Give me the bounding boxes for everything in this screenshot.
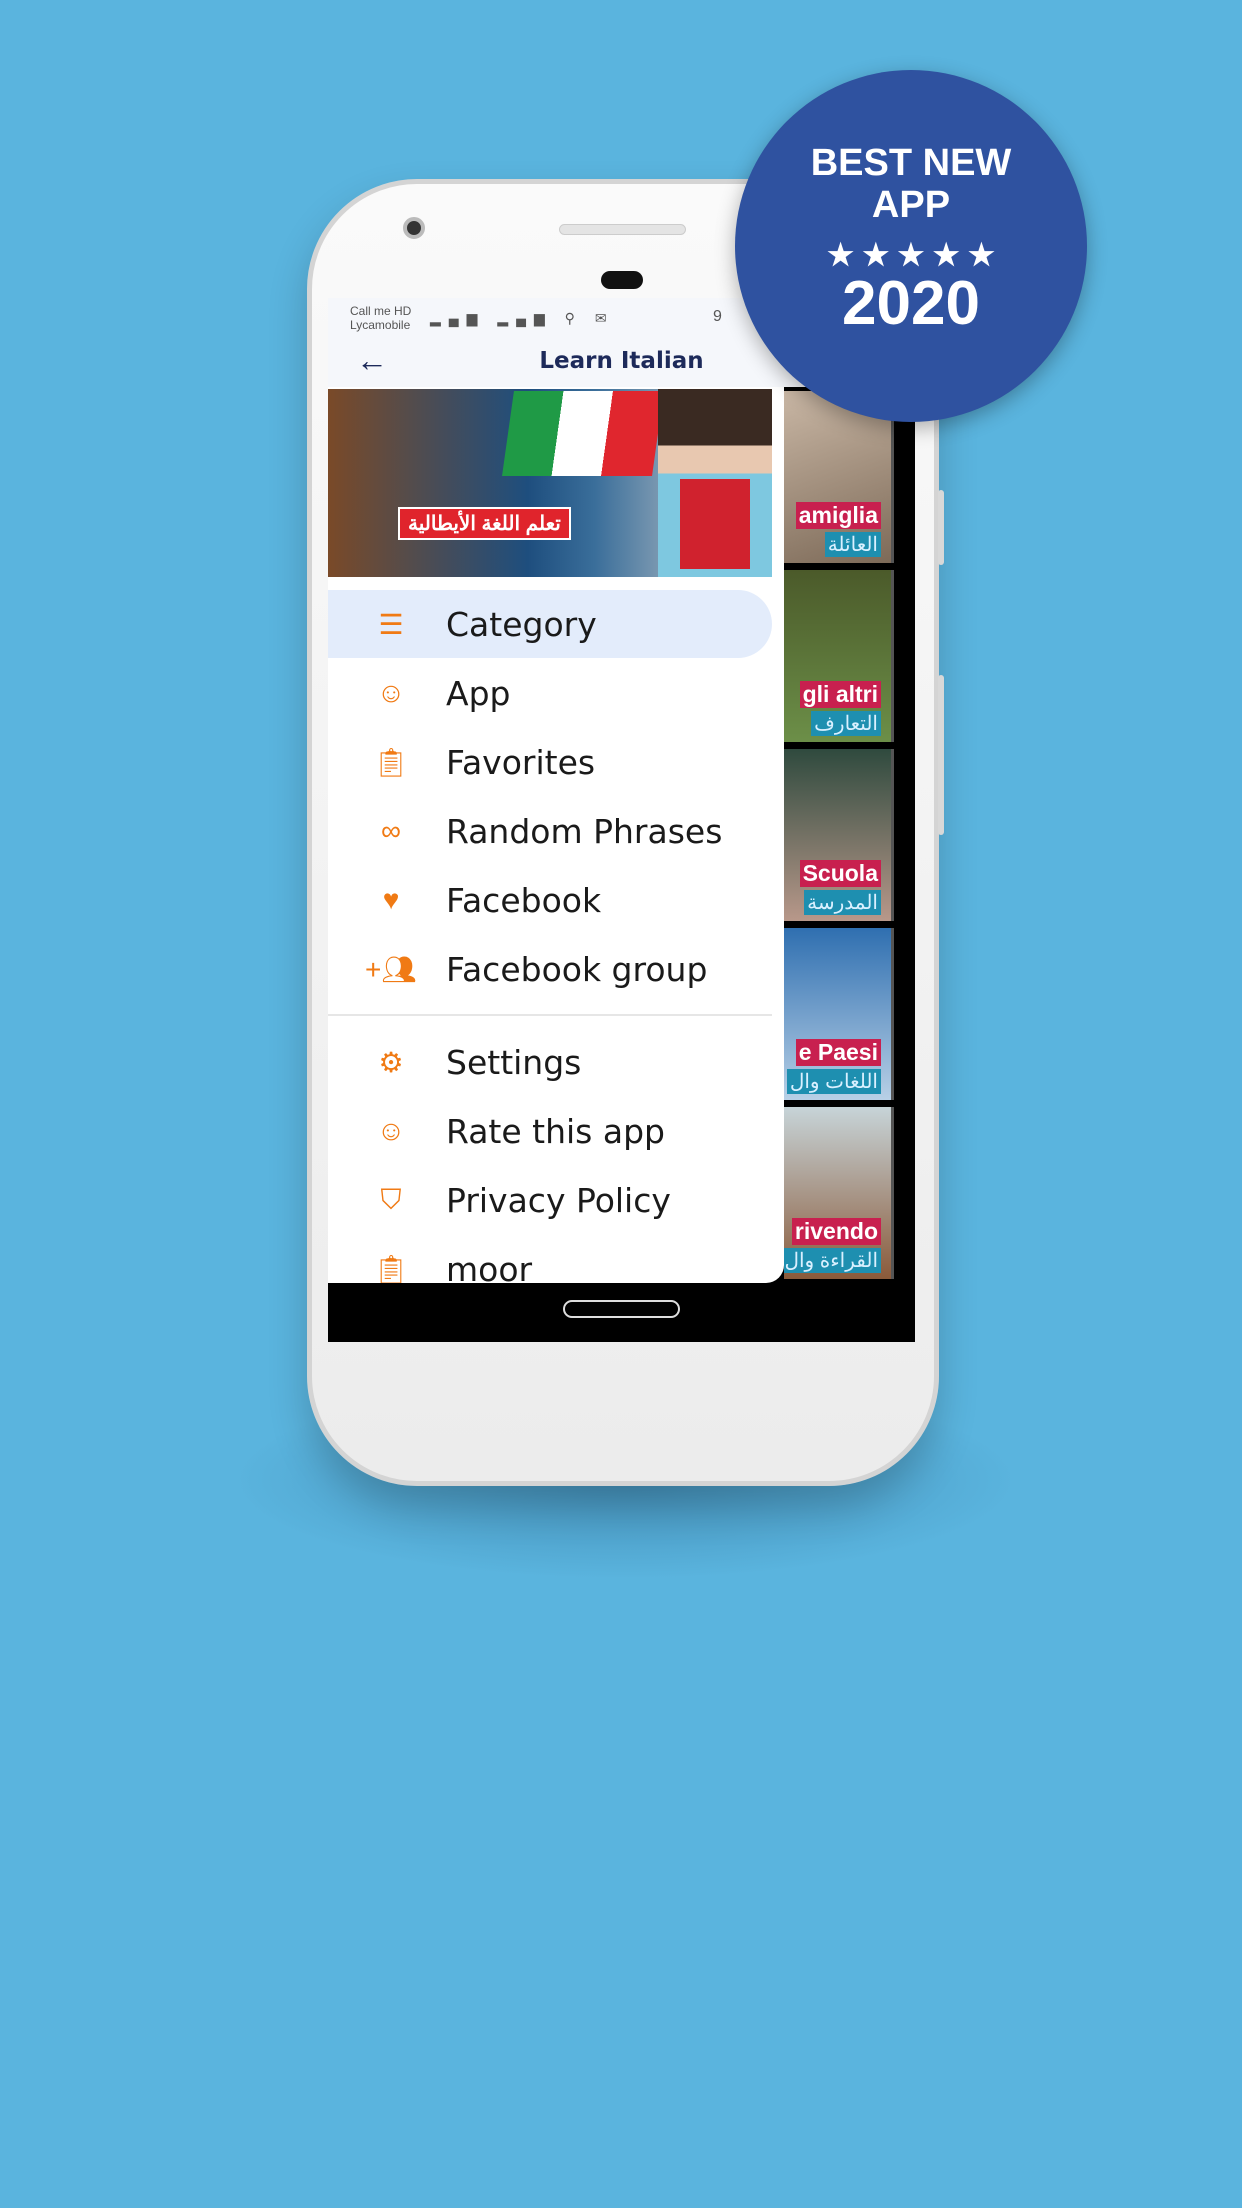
volume-button bbox=[938, 490, 944, 565]
card-subtitle: التعارف bbox=[811, 711, 881, 736]
drawer-item-label: Random Phrases bbox=[446, 811, 723, 851]
card-subtitle: القراءة وال bbox=[784, 1248, 881, 1273]
drawer-item-settings[interactable]: ⚙ Settings bbox=[328, 1028, 772, 1096]
drawer-item-app[interactable]: ☺ App bbox=[328, 659, 772, 727]
power-button bbox=[938, 675, 944, 835]
banner-text: تعلم اللغة الأيطالية bbox=[398, 507, 571, 540]
drawer-item-favorites[interactable]: 📋︎ Favorites bbox=[328, 728, 772, 796]
smiley-icon: ☺ bbox=[376, 677, 406, 708]
carrier-line2: Lycamobile bbox=[350, 318, 411, 332]
card-subtitle: المدرسة bbox=[804, 890, 881, 915]
drawer-item-facebook[interactable]: ♥ Facebook bbox=[328, 866, 772, 934]
drawer-item-label: Rate this app bbox=[446, 1111, 665, 1151]
drawer-item-random-phrases[interactable]: ∞ Random Phrases bbox=[328, 797, 772, 865]
badge-line2: APP bbox=[871, 184, 951, 226]
shield-icon: ⛉ bbox=[380, 1183, 402, 1215]
italy-flag bbox=[502, 391, 664, 476]
drawer-item-label: Privacy Policy bbox=[446, 1180, 671, 1220]
group-add-icon: +👥︎ bbox=[365, 953, 417, 985]
signal-icons: ▂▄▆ ▂▄▆ ⚲ ✉ bbox=[430, 310, 615, 326]
navigation-bar bbox=[328, 1283, 915, 1342]
gear-icon: ⚙ bbox=[378, 1046, 404, 1078]
red-book bbox=[680, 479, 750, 569]
card-subtitle: العائلة bbox=[824, 532, 881, 557]
badge-year: 2020 bbox=[842, 269, 980, 338]
award-badge: BEST NEW APP ★ ★ ★ ★ ★ 2020 bbox=[735, 70, 1087, 422]
card-title: rivendo bbox=[791, 1218, 881, 1245]
category-card[interactable]: gli altri التعارف bbox=[784, 570, 894, 742]
carrier-line1: Call me HD bbox=[350, 304, 412, 318]
drawer-item-label: Facebook group bbox=[446, 949, 708, 989]
badge-line1: BEST NEW bbox=[810, 142, 1012, 184]
drawer-item-label: App bbox=[446, 673, 511, 713]
heart-icon: ♥ bbox=[382, 884, 400, 915]
infinity-icon: ∞ bbox=[381, 815, 401, 846]
battery-text: 9 bbox=[713, 308, 722, 325]
drawer-item-label: Category bbox=[446, 604, 597, 644]
clipboard-icon: 📋︎ bbox=[373, 746, 409, 778]
speaker-grille bbox=[559, 224, 686, 235]
drawer-item-label: Facebook bbox=[446, 880, 602, 920]
drawer-header-image: تعلم اللغة الأيطالية bbox=[328, 389, 772, 577]
drawer-item-moor[interactable]: 📋︎ moor bbox=[328, 1235, 772, 1284]
navigation-drawer: تعلم اللغة الأيطالية ☰ Category ☺ App 📋︎ Fa… bbox=[328, 387, 784, 1283]
drawer-divider bbox=[328, 1014, 772, 1016]
drawer-item-label: moor bbox=[446, 1249, 533, 1284]
phone-screen: Call me HD Lycamobile ▂▄▆ ▂▄▆ ⚲ ✉ 9 ← Le… bbox=[328, 298, 915, 1342]
home-pill[interactable] bbox=[563, 1300, 680, 1318]
category-card[interactable]: Scuola المدرسة bbox=[784, 749, 894, 921]
star-rating-icon: ★ ★ ★ ★ ★ bbox=[827, 239, 995, 272]
drawer-item-privacy[interactable]: ⛉ Privacy Policy bbox=[328, 1166, 772, 1234]
list-icon: ☰ bbox=[378, 608, 404, 640]
card-title: Scuola bbox=[799, 860, 881, 887]
category-card[interactable]: e Paesi اللغات وال bbox=[784, 928, 894, 1100]
category-card[interactable]: rivendo القراءة وال bbox=[784, 1107, 894, 1279]
card-title: gli altri bbox=[799, 681, 881, 708]
card-title: amiglia bbox=[795, 502, 881, 529]
earpiece bbox=[601, 271, 643, 289]
card-subtitle: اللغات وال bbox=[786, 1069, 881, 1094]
drawer-item-label: Favorites bbox=[446, 742, 596, 782]
drawer-item-label: Settings bbox=[446, 1042, 582, 1082]
drawer-item-rate[interactable]: ☺ Rate this app bbox=[328, 1097, 772, 1165]
camera-icon bbox=[403, 217, 425, 239]
drawer-item-category[interactable]: ☰ Category bbox=[328, 590, 772, 658]
carrier-info: Call me HD Lycamobile bbox=[350, 304, 411, 332]
smiley-icon: ☺ bbox=[376, 1115, 406, 1146]
drawer-item-facebook-group[interactable]: +👥︎ Facebook group bbox=[328, 935, 772, 1003]
clipboard-icon: 📋︎ bbox=[373, 1253, 409, 1284]
card-title: e Paesi bbox=[795, 1039, 881, 1066]
